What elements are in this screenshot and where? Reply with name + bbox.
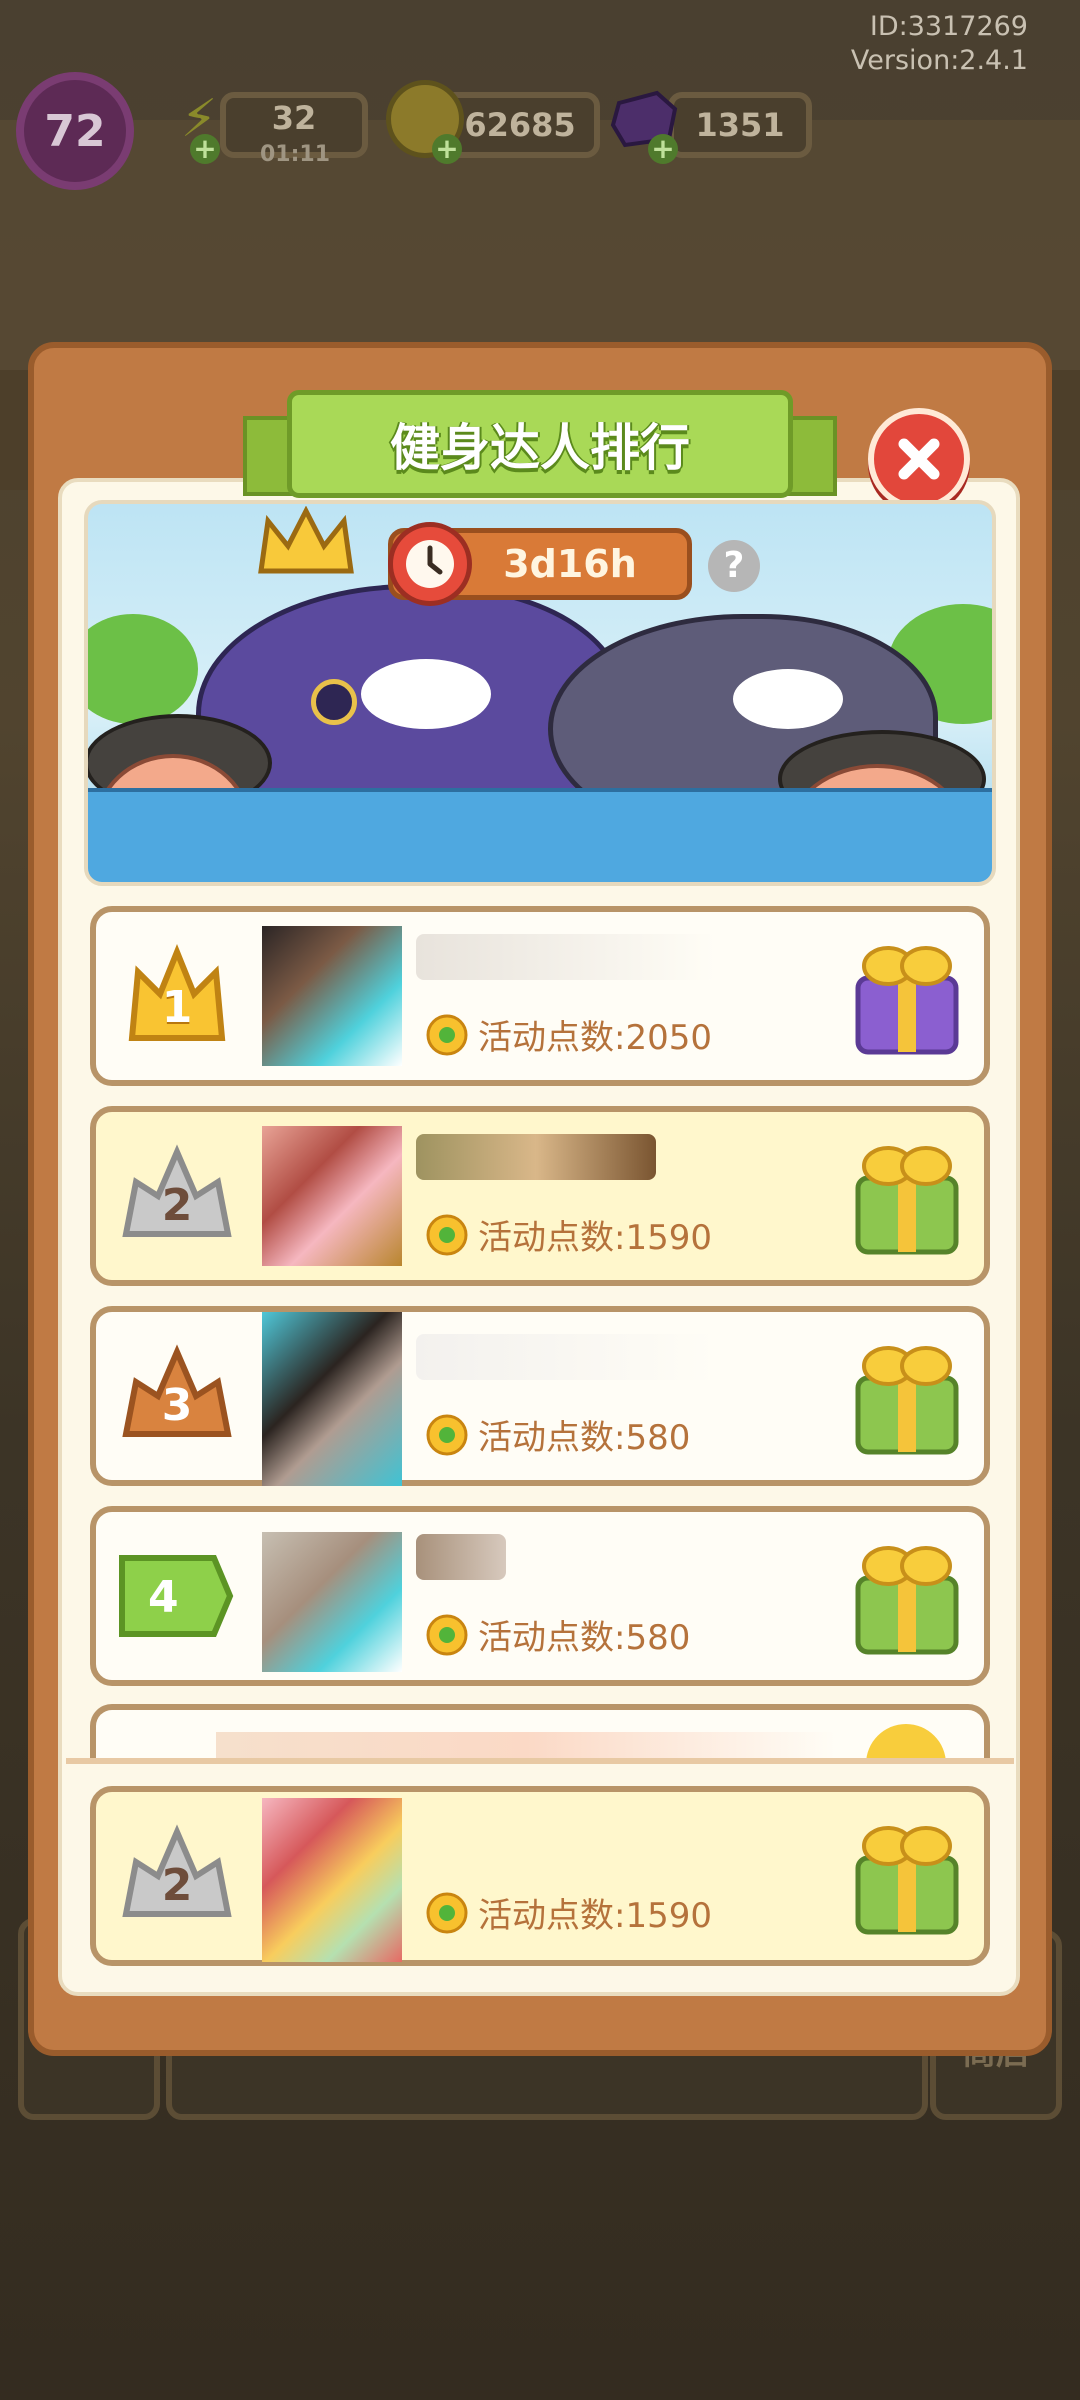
flower-icon (426, 1014, 468, 1055)
background-wall (0, 120, 1080, 380)
green-gift-icon[interactable] (844, 1534, 970, 1660)
energy-plus-icon: + (190, 134, 220, 164)
gold-crown-icon: 1 (118, 938, 236, 1056)
countdown-value: 3d16h (503, 542, 637, 586)
silver-crown-icon: 2 (118, 1134, 236, 1252)
rank-number: 3 (161, 1380, 193, 1431)
silver-crown-icon: 2 (118, 1814, 236, 1932)
leaderboard-row[interactable]: 3 活动点数:580 (90, 1306, 990, 1486)
points-line: 活动点数:580 (426, 1410, 690, 1459)
coins-counter: 62685 (440, 92, 600, 158)
energy-timer: 01:11 (260, 142, 331, 167)
close-icon (898, 438, 940, 480)
whale-eye (311, 679, 357, 725)
whale-patch (361, 659, 491, 729)
avatar (262, 926, 402, 1066)
orca-patch (733, 669, 843, 729)
points-value: 活动点数:1590 (478, 1896, 712, 1936)
flower-icon (426, 1214, 468, 1255)
coins-plus-icon: + (432, 134, 462, 164)
splash-water (88, 788, 992, 882)
rank-number: 1 (161, 982, 193, 1033)
leaderboard-row[interactable]: 2 活动点数:1590 (90, 1106, 990, 1286)
player-id: ID:3317269 (869, 11, 1028, 42)
avatar (262, 1126, 402, 1266)
leaderboard-row-partial[interactable] (90, 1704, 990, 1764)
green-gift-icon[interactable] (844, 1814, 970, 1940)
points-value: 活动点数:2050 (478, 1018, 712, 1058)
energy-value: 32 (271, 99, 317, 137)
flower-icon (426, 1414, 468, 1455)
avatar (262, 1798, 402, 1962)
my-rank-separator (66, 1758, 1014, 1764)
avatar (262, 1312, 402, 1486)
my-rank-row[interactable]: 2 活动点数:1590 (90, 1786, 990, 1966)
green-gift-icon[interactable] (844, 1134, 970, 1260)
level-value: 72 (44, 105, 106, 157)
player-name (416, 1134, 656, 1180)
green-gift-icon[interactable] (844, 1334, 970, 1460)
build-info: ID:3317269 Version:2.4.1 (851, 10, 1028, 78)
crown-icon (258, 506, 354, 574)
title-ribbon: 健身达人排行 (243, 390, 837, 508)
player-name (416, 934, 716, 980)
points-line: 活动点数:1590 (426, 1888, 712, 1937)
gems-value: 1351 (695, 106, 785, 144)
player-name (416, 1334, 716, 1380)
bronze-crown-icon: 3 (118, 1334, 236, 1452)
green-flag-icon: 4 (118, 1538, 236, 1656)
points-value: 活动点数:1590 (478, 1218, 712, 1258)
leaderboard-row[interactable]: 4 活动点数:580 (90, 1506, 990, 1686)
points-value: 活动点数:580 (478, 1618, 691, 1658)
modal-title: 健身达人排行 (287, 390, 793, 498)
points-line: 活动点数:1590 (426, 1210, 712, 1259)
points-line: 活动点数:2050 (426, 1010, 712, 1059)
flower-icon (426, 1892, 468, 1933)
close-button[interactable] (868, 408, 970, 510)
player-name (416, 1534, 506, 1580)
level-badge: 72 (16, 72, 134, 190)
gems-plus-icon: + (648, 134, 678, 164)
avatar (262, 1532, 402, 1672)
rank-number: 2 (161, 1180, 193, 1231)
points-line: 活动点数:580 (426, 1610, 690, 1659)
bush-left (88, 614, 198, 724)
clock-icon (388, 522, 472, 606)
gems-counter: 1351 (668, 92, 812, 158)
coins-value: 62685 (464, 106, 576, 144)
rank-number: 2 (161, 1860, 193, 1911)
version-label: Version:2.4.1 (850, 45, 1028, 76)
purple-gift-icon[interactable] (844, 934, 970, 1060)
rank-number: 4 (148, 1572, 179, 1623)
points-value: 活动点数:580 (478, 1418, 691, 1458)
leaderboard-row[interactable]: 1 活动点数:2050 (90, 906, 990, 1086)
help-glyph: ? (723, 545, 745, 586)
flower-icon (426, 1614, 468, 1655)
help-button[interactable]: ? (708, 540, 760, 592)
